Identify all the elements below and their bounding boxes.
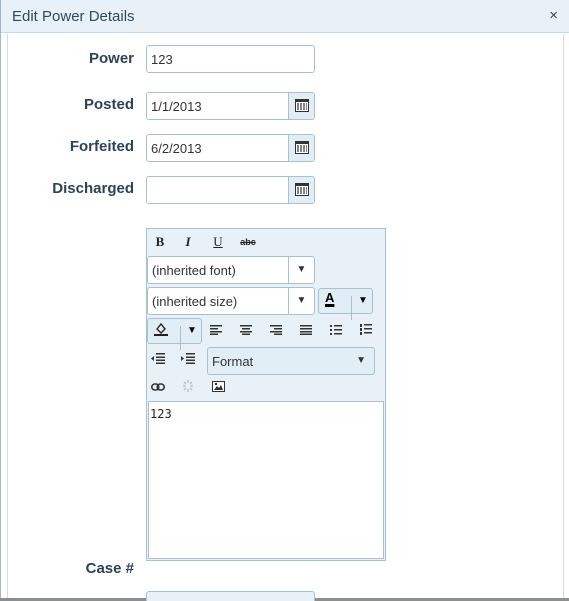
bold-button[interactable]: B — [149, 232, 171, 252]
justify-center-button[interactable] — [235, 321, 257, 341]
editor-content-area[interactable]: 123 — [148, 401, 384, 559]
indent-icon — [181, 353, 195, 364]
link-icon — [151, 383, 165, 391]
chevron-down-icon: ▼ — [351, 296, 368, 320]
chevron-down-icon: ▼ — [356, 355, 366, 366]
posted-calendar-button[interactable] — [288, 93, 314, 119]
rich-text-editor: B I U abc (inherited font) ▼ (inherited … — [146, 228, 386, 561]
background-color-icon — [154, 322, 168, 336]
dialog-content: Power 123 Posted 1/1/2013 Forfeited 6/2/… — [7, 34, 564, 601]
calendar-icon — [295, 99, 309, 112]
justify-right-button[interactable] — [265, 321, 287, 341]
unlink-icon — [183, 380, 193, 392]
forfeited-label: Forfeited — [69, 138, 134, 155]
font-size-select[interactable]: (inherited size) ▼ — [147, 287, 315, 315]
italic-button[interactable]: I — [177, 232, 199, 252]
forfeited-calendar-button[interactable] — [288, 135, 314, 161]
discharged-date-picker — [146, 176, 315, 204]
forfeited-date-picker: 6/2/2013 — [146, 134, 315, 162]
case-number-label: Case # — [85, 560, 134, 577]
bullet-list-button[interactable] — [325, 321, 347, 341]
chevron-down-icon: ▼ — [288, 257, 314, 283]
bullet-list-icon — [330, 325, 342, 335]
posted-date-picker: 1/1/2013 — [146, 92, 315, 120]
justify-full-button[interactable] — [295, 321, 317, 341]
font-size-value: (inherited size) — [152, 294, 238, 309]
font-name-value: (inherited font) — [152, 263, 236, 278]
calendar-icon — [295, 141, 309, 154]
justify-left-button[interactable] — [205, 321, 227, 341]
power-input[interactable]: 123 — [146, 45, 315, 73]
outdent-icon — [151, 353, 165, 364]
align-center-icon — [240, 325, 252, 335]
chevron-down-icon: ▼ — [288, 288, 314, 314]
calendar-icon — [295, 183, 309, 196]
align-left-icon — [210, 325, 222, 335]
format-block-value: Format — [212, 354, 254, 369]
outdent-button[interactable] — [147, 350, 169, 370]
align-justify-icon — [300, 325, 312, 335]
align-right-icon — [270, 325, 282, 335]
numbered-list-icon — [360, 324, 372, 335]
case-number-input[interactable] — [146, 591, 315, 601]
insert-image-button[interactable] — [207, 378, 229, 398]
close-icon[interactable]: × — [549, 7, 558, 24]
background-color-picker[interactable]: ▼ — [147, 318, 202, 350]
underline-button[interactable]: U — [207, 232, 229, 252]
power-label: Power — [88, 50, 134, 67]
indent-button[interactable] — [177, 350, 199, 370]
numbered-list-button[interactable] — [355, 321, 377, 341]
strikethrough-button[interactable]: abc — [237, 232, 259, 252]
unlink-button[interactable] — [177, 378, 199, 398]
discharged-label: Discharged — [52, 180, 134, 197]
discharged-calendar-button[interactable] — [288, 177, 314, 203]
dialog-titlebar: Edit Power Details × — [1, 0, 569, 33]
insert-image-icon — [211, 381, 225, 392]
format-block-select[interactable]: Format ▼ — [207, 347, 375, 375]
chevron-down-icon: ▼ — [180, 326, 197, 350]
edit-power-dialog: Edit Power Details × Power 123 Posted 1/… — [0, 0, 569, 601]
posted-label: Posted — [83, 96, 134, 113]
fore-color-picker[interactable]: A ▼ — [318, 288, 373, 320]
fore-color-icon: A — [325, 290, 335, 305]
dialog-title: Edit Power Details — [12, 8, 135, 25]
font-name-select[interactable]: (inherited font) ▼ — [147, 256, 315, 284]
posted-date-input[interactable]: 1/1/2013 — [151, 99, 202, 114]
insert-link-button[interactable] — [147, 378, 169, 398]
forfeited-date-input[interactable]: 6/2/2013 — [151, 141, 202, 156]
